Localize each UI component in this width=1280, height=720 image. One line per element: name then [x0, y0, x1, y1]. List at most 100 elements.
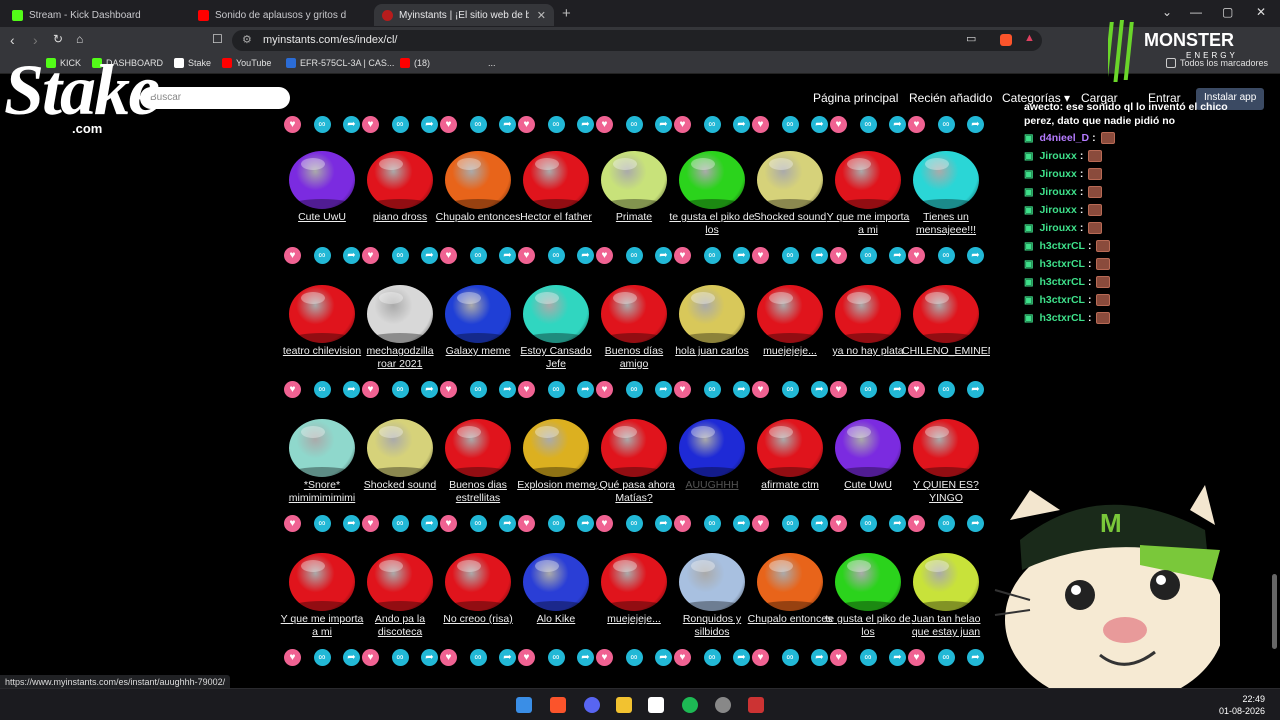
favorite-heart-icon[interactable]: ♥ — [362, 116, 379, 133]
sound-label[interactable]: AUUGHHH — [668, 479, 756, 492]
copy-link-icon[interactable]: ∞ — [625, 649, 643, 666]
favorite-heart-icon[interactable]: ♥ — [518, 649, 535, 666]
windows-start-icon[interactable] — [516, 697, 532, 713]
sound-button[interactable] — [523, 419, 589, 479]
steam-icon[interactable] — [715, 697, 731, 713]
copy-link-icon[interactable]: ∞ — [937, 247, 955, 264]
copy-link-icon[interactable]: ∞ — [937, 116, 955, 133]
share-icon[interactable]: ➦ — [811, 649, 828, 666]
sound-button[interactable] — [757, 553, 823, 613]
home-icon[interactable]: ⌂ — [76, 32, 83, 46]
share-icon[interactable]: ➦ — [499, 116, 516, 133]
copy-link-icon[interactable]: ∞ — [313, 515, 331, 532]
sound-button[interactable] — [601, 419, 667, 479]
sound-button[interactable] — [757, 419, 823, 479]
favorite-heart-icon[interactable]: ♥ — [518, 247, 535, 264]
favorite-heart-icon[interactable]: ♥ — [596, 649, 613, 666]
copy-link-icon[interactable]: ∞ — [781, 247, 799, 264]
sound-button[interactable] — [913, 151, 979, 211]
share-icon[interactable]: ➦ — [811, 247, 828, 264]
sound-label[interactable]: Y que me importa a mi — [824, 211, 912, 237]
share-icon[interactable]: ➦ — [577, 116, 594, 133]
tab-myinstants[interactable]: Myinstants | ¡El sitio web de b ✕ — [374, 4, 554, 26]
favorite-heart-icon[interactable]: ♥ — [440, 381, 457, 398]
favorite-heart-icon[interactable]: ♥ — [440, 515, 457, 532]
maximize-button[interactable]: ▢ — [1222, 5, 1233, 19]
favorite-heart-icon[interactable]: ♥ — [674, 381, 691, 398]
sound-label[interactable]: *Snore* mimimimimimi — [278, 479, 366, 505]
favorite-heart-icon[interactable]: ♥ — [284, 381, 301, 398]
copy-link-icon[interactable]: ∞ — [625, 381, 643, 398]
sound-label[interactable]: Cute UwU — [824, 479, 912, 492]
favorite-heart-icon[interactable]: ♥ — [284, 515, 301, 532]
brave-icon[interactable] — [550, 697, 566, 713]
sound-button[interactable] — [679, 151, 745, 211]
sound-button[interactable] — [835, 419, 901, 479]
sound-button[interactable] — [289, 419, 355, 479]
sound-label[interactable]: Ronquidos y silbidos — [668, 613, 756, 639]
favorite-heart-icon[interactable]: ♥ — [518, 381, 535, 398]
share-icon[interactable]: ➦ — [499, 515, 516, 532]
bookmark-youtube[interactable]: YouTube — [222, 58, 271, 68]
share-icon[interactable]: ➦ — [967, 515, 984, 532]
close-window-button[interactable]: ✕ — [1256, 5, 1266, 19]
share-icon[interactable]: ➦ — [343, 247, 360, 264]
sound-button[interactable] — [445, 553, 511, 613]
favorite-heart-icon[interactable]: ♥ — [440, 649, 457, 666]
sound-button[interactable] — [289, 553, 355, 613]
share-icon[interactable]: ➦ — [421, 515, 438, 532]
scrollbar[interactable] — [1272, 574, 1277, 649]
copy-link-icon[interactable]: ∞ — [859, 515, 877, 532]
tab-sonido-aplausos[interactable]: Sonido de aplausos y gritos d — [190, 4, 368, 26]
copy-link-icon[interactable]: ∞ — [469, 381, 487, 398]
sound-button[interactable] — [835, 151, 901, 211]
share-icon[interactable]: ➦ — [499, 247, 516, 264]
copy-link-icon[interactable]: ∞ — [781, 649, 799, 666]
sound-button[interactable] — [289, 151, 355, 211]
chat-username[interactable]: h3ctxrCL — [1039, 312, 1085, 324]
new-tab-button[interactable]: + — [562, 5, 571, 22]
sound-button[interactable] — [835, 285, 901, 345]
favorite-heart-icon[interactable]: ♥ — [284, 247, 301, 264]
share-icon[interactable]: ➦ — [343, 649, 360, 666]
sound-label[interactable]: Hector el father — [512, 211, 600, 224]
copy-link-icon[interactable]: ∞ — [625, 116, 643, 133]
chat-username[interactable]: Jirouxx — [1039, 168, 1076, 180]
favorite-heart-icon[interactable]: ♥ — [830, 649, 847, 666]
sound-button[interactable] — [367, 151, 433, 211]
share-icon[interactable]: ➦ — [499, 649, 516, 666]
sound-label[interactable]: Shocked sound — [746, 211, 834, 224]
copy-link-icon[interactable]: ∞ — [703, 381, 721, 398]
sound-button[interactable] — [679, 285, 745, 345]
brave-rewards-icon[interactable]: ▲ — [1024, 32, 1035, 44]
sound-button[interactable] — [367, 553, 433, 613]
favorite-heart-icon[interactable]: ♥ — [362, 515, 379, 532]
sound-label[interactable]: Y QUIEN ES? YINGO — [902, 479, 990, 505]
sound-label[interactable]: muejejeje... — [746, 345, 834, 358]
favorite-heart-icon[interactable]: ♥ — [674, 247, 691, 264]
sound-button[interactable] — [289, 285, 355, 345]
favorite-heart-icon[interactable]: ♥ — [908, 116, 925, 133]
copy-link-icon[interactable]: ∞ — [937, 649, 955, 666]
share-icon[interactable]: ➦ — [343, 116, 360, 133]
obs-icon[interactable] — [648, 697, 664, 713]
share-icon[interactable]: ➦ — [655, 247, 672, 264]
share-icon[interactable]: ➦ — [889, 515, 906, 532]
copy-link-icon[interactable]: ∞ — [625, 515, 643, 532]
chat-username[interactable]: h3ctxrCL — [1039, 276, 1085, 288]
nav-recent[interactable]: Recién añadido — [909, 91, 992, 105]
sound-button[interactable] — [679, 553, 745, 613]
share-icon[interactable]: ➦ — [577, 515, 594, 532]
sound-button[interactable] — [445, 419, 511, 479]
share-icon[interactable]: ➦ — [655, 116, 672, 133]
favorite-heart-icon[interactable]: ♥ — [362, 247, 379, 264]
chat-username[interactable]: Jirouxx — [1039, 204, 1076, 216]
address-bar[interactable]: ⚙ myinstants.com/es/index/cl/ — [232, 30, 1042, 51]
favorite-heart-icon[interactable]: ♥ — [362, 649, 379, 666]
sound-button[interactable] — [523, 285, 589, 345]
copy-link-icon[interactable]: ∞ — [937, 515, 955, 532]
share-icon[interactable]: ➦ — [655, 515, 672, 532]
share-icon[interactable]: ➦ — [499, 381, 516, 398]
share-icon[interactable]: ➦ — [655, 381, 672, 398]
copy-link-icon[interactable]: ∞ — [547, 649, 565, 666]
